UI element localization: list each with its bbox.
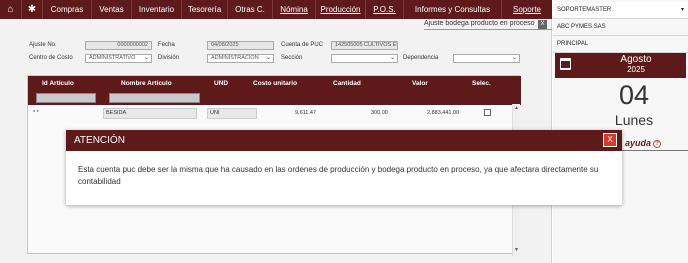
scroll-down-icon[interactable]: ▼ bbox=[514, 247, 519, 253]
division-select[interactable]: ADMINISTRACION ⌄ bbox=[207, 54, 274, 63]
seccion-label: Sección bbox=[281, 55, 303, 61]
calendar-month: Agosto bbox=[620, 54, 652, 65]
cell-valor: 2,883,441.00 bbox=[427, 110, 460, 116]
cell-und: UNI bbox=[207, 108, 257, 119]
company-label: ABC PYMES SAS bbox=[553, 19, 688, 36]
dialog-message: Esta cuenta puc debe ser la misma que ha… bbox=[78, 165, 599, 186]
menu-item-nomina[interactable]: Nómina bbox=[273, 0, 316, 19]
dependencia-select[interactable]: ⌄ bbox=[453, 54, 520, 63]
home-icon[interactable]: ⌂ bbox=[0, 0, 22, 19]
cell-costo: 9,611.47 bbox=[295, 110, 317, 116]
dialog-header: ATENCIÓN X bbox=[66, 130, 622, 151]
nombre-filter-input[interactable] bbox=[109, 93, 200, 103]
screen-title: Ajuste bodega producto en proceso bbox=[424, 20, 552, 30]
question-icon: ? bbox=[653, 139, 662, 148]
menu-item-produccion[interactable]: Producción bbox=[316, 0, 366, 19]
seccion-select[interactable]: ⌄ bbox=[331, 54, 398, 63]
menu-item-informes[interactable]: Informes y Consultas bbox=[404, 0, 502, 19]
menu-item-tesoreria[interactable]: Tesorería bbox=[182, 0, 228, 19]
dialog-close-button[interactable]: X bbox=[603, 133, 617, 147]
fecha-field[interactable]: 04/08/2025 bbox=[207, 41, 274, 50]
chevron-down-icon: ⌄ bbox=[265, 55, 271, 61]
centro-costo-label: Centro de Costo bbox=[29, 55, 73, 61]
centro-costo-select[interactable]: ADMINISTRATIVO ⌄ bbox=[85, 54, 152, 63]
help-link[interactable]: ayuda? bbox=[625, 138, 662, 148]
caret-down-icon: ▾ bbox=[680, 7, 684, 13]
calendar-weekday: Lunes bbox=[614, 112, 654, 128]
cell-cantidad: 300.00 bbox=[371, 110, 388, 116]
col-header-selec[interactable]: Selec. bbox=[472, 80, 491, 87]
scroll-up-icon[interactable]: ▲ bbox=[514, 105, 519, 111]
col-header-id[interactable]: Id Artículo bbox=[42, 80, 74, 87]
ajuste-no-field[interactable]: 0000000002 bbox=[85, 41, 152, 50]
calendar-day: 04 bbox=[618, 80, 650, 110]
cuenta-puc-field[interactable]: 142505005 CULTIVOS EN bbox=[331, 41, 398, 50]
cuenta-puc-label: Cuenta de PUC bbox=[281, 42, 324, 48]
col-header-nombre[interactable]: Nombre Artículo bbox=[121, 80, 172, 87]
gear-icon[interactable]: ✱ bbox=[22, 0, 43, 19]
select-checkbox[interactable] bbox=[484, 109, 491, 116]
menu-item-pos[interactable]: P.O.S. bbox=[366, 0, 404, 19]
menu-item-soporte[interactable]: Soporte bbox=[502, 0, 552, 19]
dependencia-label: Dependencia bbox=[403, 55, 439, 61]
division-label: División bbox=[158, 55, 180, 61]
menu-item-inventario[interactable]: Inventario bbox=[132, 0, 182, 19]
dialog-title: ATENCIÓN bbox=[74, 135, 125, 146]
main-menu-bar: ⌂ ✱ Compras Ventas Inventario Tesorería … bbox=[0, 0, 552, 19]
table-row[interactable]: * * BESIDA UNI 9,611.47 300.00 2,883,441… bbox=[27, 108, 512, 120]
cell-nombre: BESIDA bbox=[103, 108, 197, 119]
col-header-costo[interactable]: Costo unitario bbox=[253, 80, 297, 87]
col-header-cantidad[interactable]: Cantidad bbox=[333, 80, 361, 87]
col-header-und[interactable]: UND bbox=[214, 80, 228, 87]
calendar-header: Agosto 2025 bbox=[555, 53, 686, 78]
menu-item-otras[interactable]: Otras C. bbox=[228, 0, 273, 19]
calendar-icon bbox=[560, 58, 571, 70]
calendar-year: 2025 bbox=[627, 65, 645, 74]
branch-label: PRINCIPAL bbox=[553, 36, 688, 53]
fecha-label: Fecha bbox=[158, 42, 175, 48]
screen-close-button[interactable]: X bbox=[538, 20, 547, 29]
user-dropdown[interactable]: SOPORTEMASTER ▾ bbox=[553, 2, 688, 19]
cell-id: * * bbox=[33, 110, 39, 116]
chevron-down-icon: ⌄ bbox=[389, 55, 395, 61]
divider bbox=[620, 150, 688, 151]
chevron-down-icon: ⌄ bbox=[143, 55, 149, 61]
chevron-down-icon: ⌄ bbox=[511, 55, 517, 61]
alert-dialog: ATENCIÓN X Esta cuenta puc debe ser la m… bbox=[66, 130, 622, 205]
col-header-valor[interactable]: Valor bbox=[412, 80, 428, 87]
menu-item-ventas[interactable]: Ventas bbox=[92, 0, 132, 19]
grid-header: Id Artículo Nombre Artículo UND Costo un… bbox=[28, 76, 521, 105]
id-filter-input[interactable] bbox=[36, 93, 96, 103]
menu-item-compras[interactable]: Compras bbox=[43, 0, 92, 19]
ajuste-no-label: Ajuste No. bbox=[29, 42, 57, 48]
